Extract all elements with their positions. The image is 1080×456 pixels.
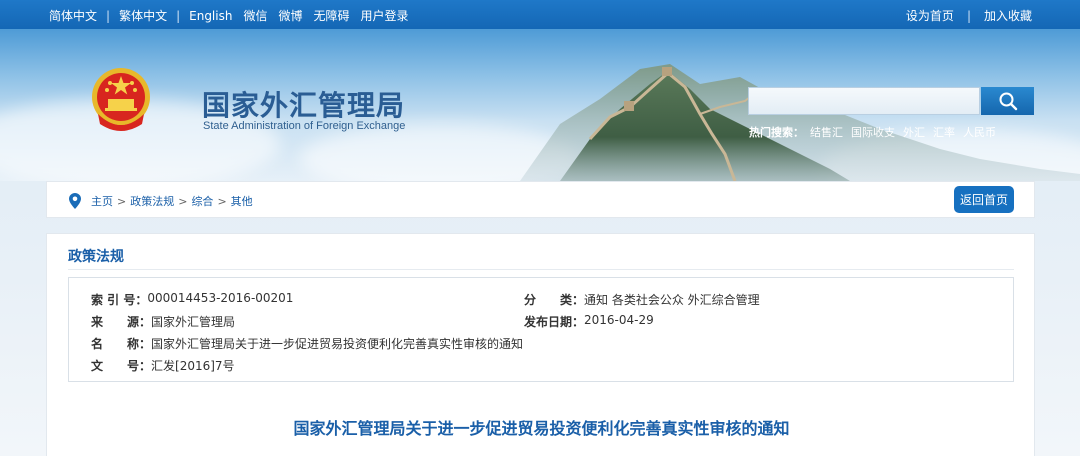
meta-category-label: 分 类： <box>524 293 585 307</box>
meta-category-row: 分 类： 通知 各类社会公众 外汇综合管理 <box>524 291 760 308</box>
breadcrumb-other[interactable]: 其他 <box>231 193 253 209</box>
link-simplified-chinese[interactable]: 简体中文 <box>49 7 97 24</box>
national-emblem-icon <box>92 68 150 131</box>
meta-date-label: 发布日期： <box>524 315 585 329</box>
topbar-left-links: 简体中文 | 繁体中文 | English 微信 微博 无障碍 用户登录 <box>49 7 409 24</box>
location-pin-icon <box>69 193 81 209</box>
link-accessibility[interactable]: 无障碍 <box>314 7 350 24</box>
divider <box>68 269 1014 270</box>
meta-index-value: 000014453-2016-00201 <box>147 291 294 305</box>
return-home-button[interactable]: 返回首页 <box>954 186 1014 213</box>
content-panel: 政策法规 索 引 号： 000014453-2016-00201 分 类： 通知… <box>46 233 1035 456</box>
header-banner: 国家外汇管理局 State Administration of Foreign … <box>0 29 1080 181</box>
link-user-login[interactable]: 用户登录 <box>361 7 409 24</box>
meta-source-label: 来 源： <box>91 315 152 329</box>
meta-source-row: 来 源： 国家外汇管理局 <box>91 313 235 330</box>
document-meta-box: 索 引 号： 000014453-2016-00201 分 类： 通知 各类社会… <box>68 277 1014 382</box>
hot-term[interactable]: 结售汇 <box>810 124 843 140</box>
meta-index-row: 索 引 号： 000014453-2016-00201 <box>91 291 293 308</box>
breadcrumb-general[interactable]: 综合 <box>191 193 213 209</box>
meta-date-row: 发布日期： 2016-04-29 <box>524 313 654 330</box>
topbar-right-links: 设为首页 | 加入收藏 <box>906 7 1032 24</box>
meta-index-label: 索 引 号： <box>91 293 148 307</box>
link-set-homepage[interactable]: 设为首页 <box>906 7 954 24</box>
breadcrumb-policy[interactable]: 政策法规 <box>130 193 174 209</box>
divider: | <box>966 8 971 23</box>
hot-term[interactable]: 国际收支 <box>851 124 895 140</box>
site-title-cn: 国家外汇管理局 <box>202 89 406 122</box>
meta-name-value: 国家外汇管理局关于进一步促进贸易投资便利化完善真实性审核的通知 <box>151 337 524 351</box>
hot-term[interactable]: 外汇 <box>903 124 925 140</box>
meta-name-label: 名 称： <box>91 337 152 351</box>
breadcrumb-separator: > <box>117 194 127 208</box>
breadcrumb-home[interactable]: 主页 <box>91 193 113 209</box>
breadcrumb-bar: 主页 > 政策法规 > 综合 > 其他 <box>46 181 1035 218</box>
breadcrumb-separator: > <box>178 194 188 208</box>
meta-date-value: 2016-04-29 <box>584 313 654 327</box>
link-wechat[interactable]: 微信 <box>243 7 267 24</box>
divider: | <box>176 8 181 23</box>
hot-term[interactable]: 人民币 <box>963 124 996 140</box>
divider: | <box>106 8 111 23</box>
site-title-en: State Administration of Foreign Exchange <box>203 120 406 132</box>
breadcrumb-separator: > <box>217 194 227 208</box>
search-button[interactable] <box>981 87 1034 115</box>
link-traditional-chinese[interactable]: 繁体中文 <box>119 7 167 24</box>
link-english[interactable]: English <box>189 9 232 23</box>
meta-category-value: 通知 各类社会公众 外汇综合管理 <box>584 293 760 307</box>
top-bar: 简体中文 | 繁体中文 | English 微信 微博 无障碍 用户登录 设为首… <box>0 0 1080 29</box>
meta-source-value: 国家外汇管理局 <box>151 315 236 329</box>
link-add-favorite[interactable]: 加入收藏 <box>984 7 1032 24</box>
meta-docno-label: 文 号： <box>91 359 152 373</box>
breadcrumb: 主页 > 政策法规 > 综合 > 其他 <box>69 193 253 209</box>
link-weibo[interactable]: 微博 <box>278 7 302 24</box>
hot-search-label: 热门搜索： <box>749 126 804 139</box>
meta-docno-row: 文 号： 汇发[2016]7号 <box>91 357 235 374</box>
meta-name-row: 名 称： 国家外汇管理局关于进一步促进贸易投资便利化完善真实性审核的通知 <box>91 335 523 352</box>
hot-search-list: 热门搜索： 结售汇 国际收支 外汇 汇率 人民币 <box>749 124 1004 140</box>
magnifier-icon <box>999 92 1017 111</box>
search-input[interactable] <box>748 87 980 115</box>
meta-docno-value: 汇发[2016]7号 <box>151 359 235 373</box>
hot-term[interactable]: 汇率 <box>933 124 955 140</box>
document-title: 国家外汇管理局关于进一步促进贸易投资便利化完善真实性审核的通知 <box>293 419 790 438</box>
section-title: 政策法规 <box>68 249 124 265</box>
